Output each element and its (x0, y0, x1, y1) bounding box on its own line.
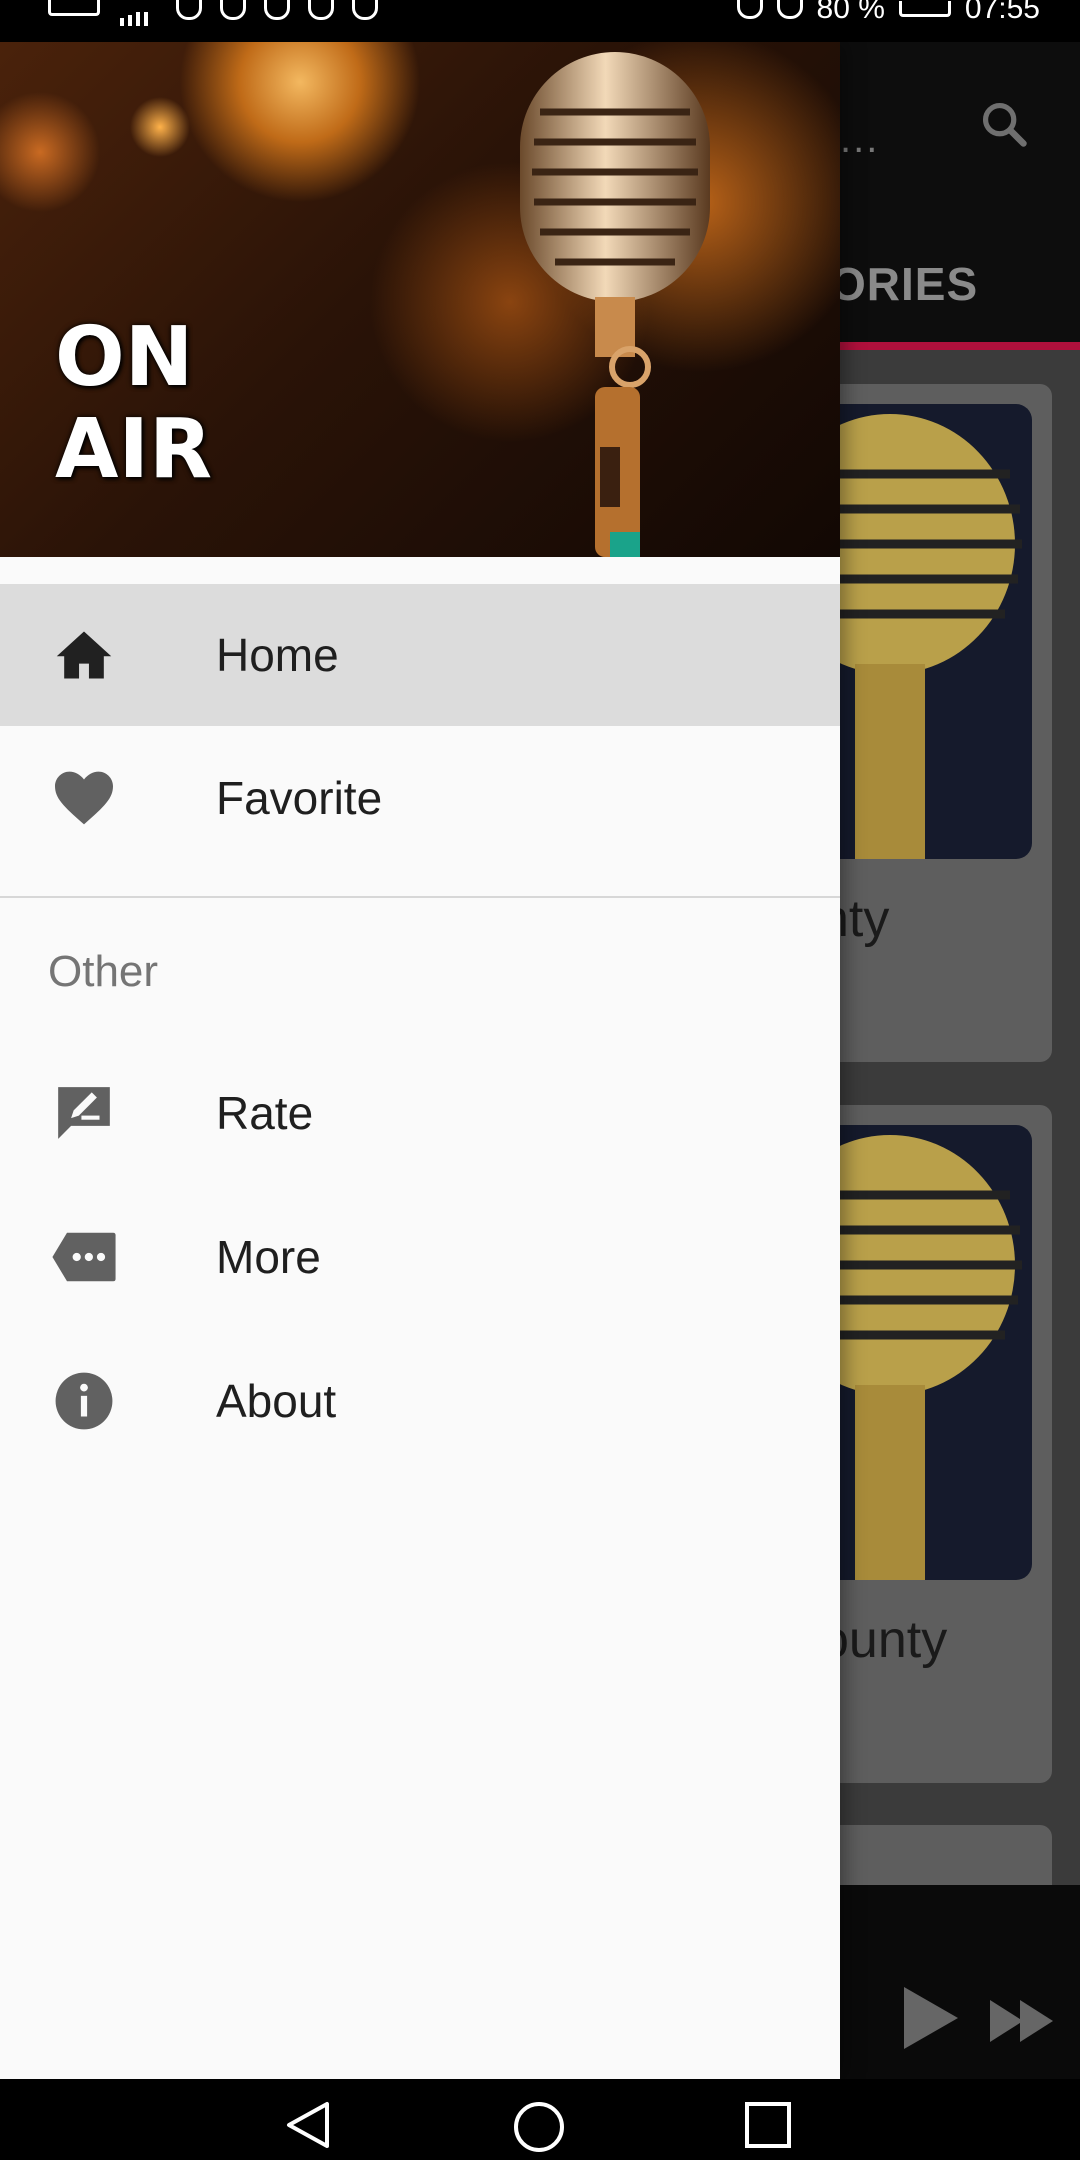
on-air-logo: ON AIR (55, 312, 212, 496)
whatsapp-icon (352, 0, 378, 20)
search-icon[interactable] (978, 98, 1030, 150)
battery-icon (898, 1, 951, 17)
wifi-icon (176, 0, 202, 20)
drawer-item-rate[interactable]: Rate (0, 1042, 840, 1184)
drawer-section-title: Other (48, 947, 159, 996)
aperture-icon-2 (308, 0, 334, 20)
drawer-divider (0, 896, 840, 898)
screen: 80 % 07:55 ... ORIES nty ounty ON AIR Ho… (0, 0, 1080, 2160)
drawer-item-favorite[interactable]: Favorite (0, 727, 840, 869)
battery-percent: 80 % (816, 0, 885, 25)
drawer-item-label: More (216, 1231, 321, 1283)
rate-icon (50, 1079, 118, 1147)
signal-icon (118, 0, 158, 34)
clock: 07:55 (964, 0, 1040, 25)
navigation-drawer: ON AIR Home Favorite Other Rate More Abo… (0, 42, 840, 2079)
home-icon (50, 621, 118, 689)
vowifi-icon (48, 0, 100, 16)
eye-icon (736, 0, 763, 19)
drawer-item-home[interactable]: Home (0, 584, 840, 726)
heart-icon (50, 764, 118, 832)
play-icon[interactable] (900, 1985, 960, 2051)
tab-indicator (830, 342, 1080, 350)
on-air-line2: AIR (55, 402, 213, 497)
home-button-icon[interactable] (513, 2101, 565, 2153)
status-left-icons (48, 0, 378, 42)
drawer-item-label: Rate (216, 1087, 314, 1139)
on-air-line1: ON (55, 310, 194, 405)
tab-categories-partial[interactable]: ORIES (830, 257, 978, 311)
cast-icon (220, 0, 246, 20)
drawer-item-label: About (216, 1375, 337, 1427)
drawer-item-about[interactable]: About (0, 1330, 840, 1472)
status-right: 80 % 07:55 (736, 0, 1040, 26)
drawer-item-label: Favorite (216, 772, 383, 824)
aperture-icon (264, 0, 290, 20)
background-title-partial: ... (840, 117, 880, 161)
fast-forward-icon[interactable] (990, 2000, 1056, 2042)
info-icon (50, 1367, 118, 1435)
system-nav-bar (0, 2079, 1080, 2160)
back-icon[interactable] (285, 2101, 331, 2149)
drawer-item-more[interactable]: More (0, 1186, 840, 1328)
drawer-header-image: ON AIR (0, 42, 840, 557)
recents-icon[interactable] (744, 2101, 792, 2149)
drawer-item-label: Home (216, 629, 339, 681)
more-icon (50, 1223, 118, 1291)
vintage-microphone-image (520, 52, 710, 557)
nfc-icon (776, 0, 803, 19)
status-bar: 80 % 07:55 (0, 0, 1080, 42)
